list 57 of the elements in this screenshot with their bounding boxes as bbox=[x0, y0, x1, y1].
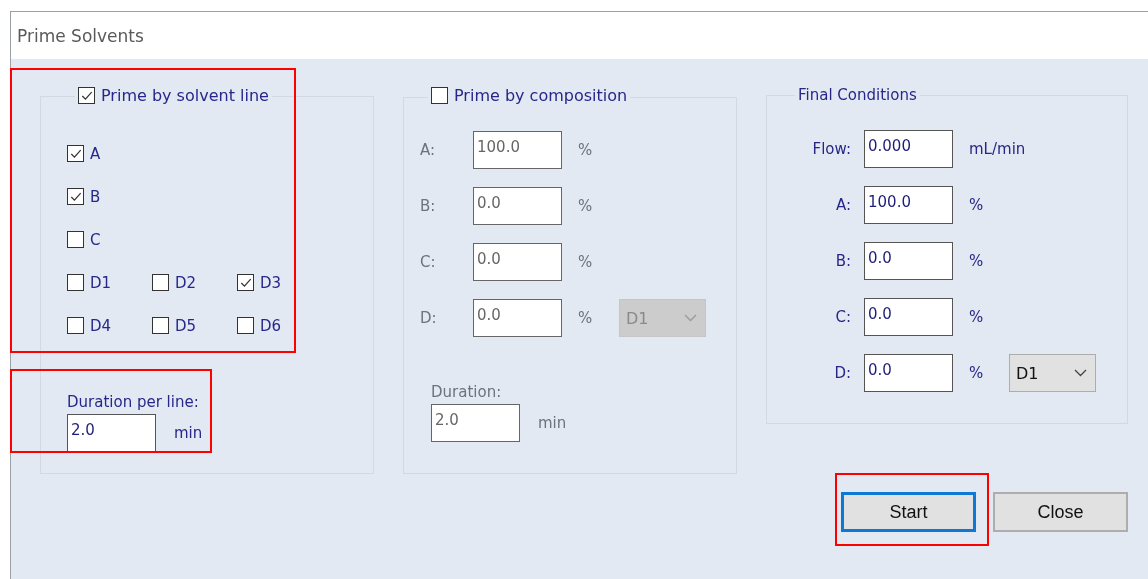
checkbox[interactable] bbox=[152, 274, 169, 291]
unit-label: min bbox=[538, 414, 567, 432]
checkbox-label[interactable]: D1 bbox=[90, 273, 112, 292]
input-field[interactable]: 100.0 bbox=[864, 186, 953, 224]
field-label: A: bbox=[420, 141, 437, 159]
checkbox[interactable] bbox=[431, 87, 448, 104]
dialog-button[interactable]: Start bbox=[841, 492, 976, 532]
checkbox[interactable] bbox=[237, 317, 254, 334]
input-field[interactable]: 0.0 bbox=[864, 354, 953, 392]
unit-label: % bbox=[578, 309, 594, 327]
field-label: D: bbox=[833, 364, 851, 382]
checkbox-label[interactable]: Prime by composition bbox=[454, 86, 628, 105]
field-label: Flow: bbox=[811, 140, 851, 158]
unit-label: % bbox=[969, 252, 985, 270]
checkbox-label[interactable]: D6 bbox=[260, 316, 282, 335]
checkbox-label[interactable]: A bbox=[90, 144, 101, 163]
unit-label: min bbox=[174, 423, 203, 442]
field-label: B: bbox=[834, 252, 851, 270]
checkbox[interactable] bbox=[78, 87, 95, 104]
checkbox-label[interactable]: D5 bbox=[175, 316, 197, 335]
checkbox-label[interactable]: B bbox=[90, 187, 101, 206]
checkbox-label[interactable]: C bbox=[90, 230, 101, 249]
dialog-button[interactable]: Close bbox=[993, 492, 1128, 532]
window-title: Prime Solvents bbox=[17, 25, 144, 46]
checkbox[interactable] bbox=[67, 231, 84, 248]
field-label: C: bbox=[420, 253, 437, 271]
checkbox[interactable] bbox=[67, 145, 84, 162]
checkbox[interactable] bbox=[67, 274, 84, 291]
unit-label: % bbox=[969, 364, 985, 382]
checkbox[interactable] bbox=[67, 317, 84, 334]
input-field[interactable]: 2.0 bbox=[67, 413, 156, 452]
dropdown[interactable]: D1 bbox=[1009, 354, 1096, 392]
checkbox-label[interactable]: Prime by solvent line bbox=[101, 86, 269, 105]
field-label: A: bbox=[834, 196, 851, 214]
unit-label: % bbox=[578, 197, 594, 215]
checkbox-label[interactable]: D4 bbox=[90, 316, 112, 335]
unit-label: % bbox=[969, 308, 985, 326]
field-label: Duration per line: bbox=[67, 392, 199, 411]
group-title: Final Conditions bbox=[798, 86, 917, 104]
input-field[interactable]: 0.0 bbox=[864, 242, 953, 280]
unit-label: % bbox=[969, 196, 985, 214]
checkbox[interactable] bbox=[67, 188, 84, 205]
checkbox[interactable] bbox=[152, 317, 169, 334]
unit-label: % bbox=[578, 253, 594, 271]
unit-label: % bbox=[578, 141, 594, 159]
field-label: D: bbox=[420, 309, 438, 327]
field-label: C: bbox=[834, 308, 851, 326]
input-field[interactable]: 0.0 bbox=[864, 298, 953, 336]
chevron-down-icon bbox=[1074, 369, 1087, 377]
unit-label: mL/min bbox=[969, 140, 1026, 158]
chevron-down-icon bbox=[684, 314, 697, 322]
checkbox-label[interactable]: D2 bbox=[175, 273, 197, 292]
input-field[interactable]: 0.000 bbox=[864, 130, 953, 168]
field-label: Duration: bbox=[431, 383, 502, 401]
field-label: B: bbox=[420, 197, 437, 215]
checkbox[interactable] bbox=[237, 274, 254, 291]
checkbox-label[interactable]: D3 bbox=[260, 273, 282, 292]
